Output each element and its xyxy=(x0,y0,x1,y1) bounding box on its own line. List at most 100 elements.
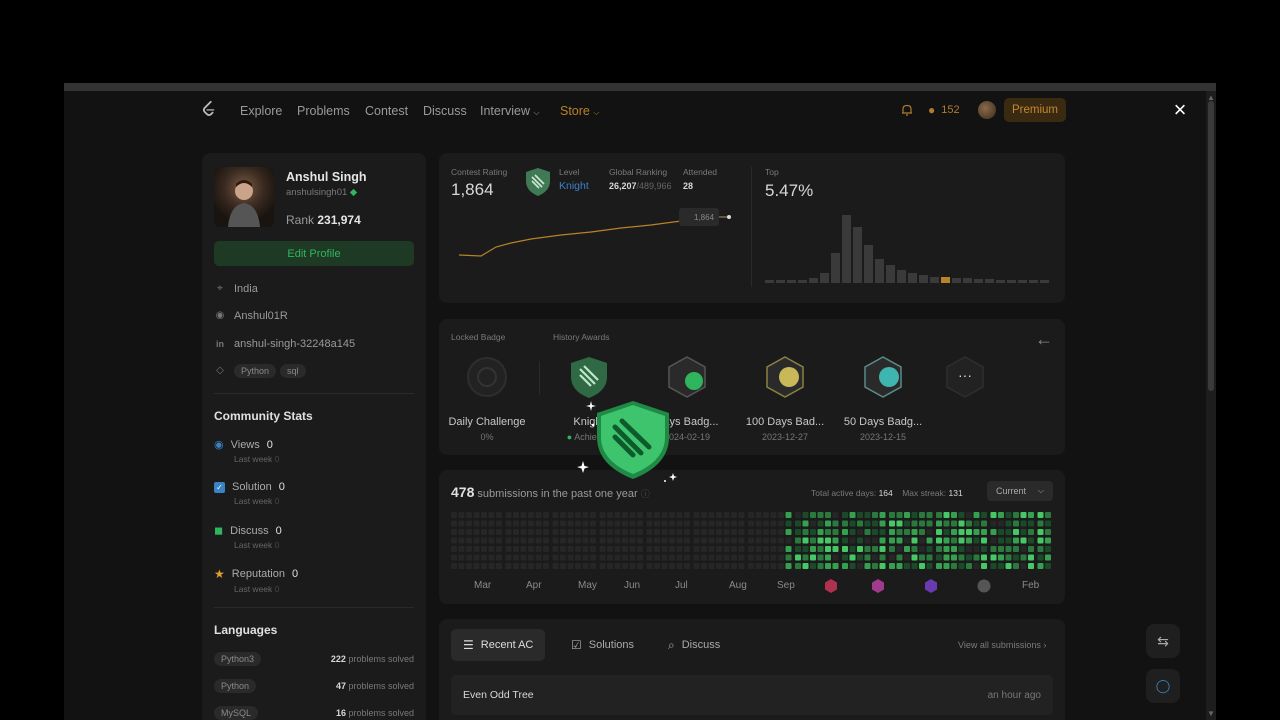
heatmap-cell[interactable] xyxy=(535,546,542,552)
heatmap-cell[interactable] xyxy=(842,512,848,518)
heatmap-cell[interactable] xyxy=(582,563,589,569)
heatmap-cell[interactable] xyxy=(896,512,903,518)
heatmap-cell[interactable] xyxy=(466,529,472,535)
heatmap-cell[interactable] xyxy=(599,546,606,552)
heatmap-cell[interactable] xyxy=(832,546,839,552)
heatmap-cell[interactable] xyxy=(817,529,824,535)
heatmap-cell[interactable] xyxy=(451,512,457,518)
heatmap-cell[interactable] xyxy=(825,537,831,544)
heatmap-cell[interactable] xyxy=(543,546,549,552)
monthly-badge-icon[interactable] xyxy=(924,579,938,593)
premium-button[interactable]: Premium xyxy=(1004,98,1066,122)
list-item[interactable]: Even Odd Tree an hour ago xyxy=(451,675,1053,715)
heatmap-cell[interactable] xyxy=(481,546,487,552)
heatmap-cell[interactable] xyxy=(1020,554,1027,561)
heatmap-cell[interactable] xyxy=(795,520,801,527)
heatmap-cell[interactable] xyxy=(701,520,707,527)
heatmap-cell[interactable] xyxy=(543,520,549,527)
heatmap-cell[interactable] xyxy=(513,546,519,552)
heatmap-cell[interactable] xyxy=(654,520,660,527)
heatmap-cell[interactable] xyxy=(943,563,950,569)
heatmap-cell[interactable] xyxy=(646,546,653,552)
heatmap-cell[interactable] xyxy=(481,563,487,569)
heatmap-cell[interactable] xyxy=(1028,546,1034,552)
heatmap-cell[interactable] xyxy=(1045,537,1051,544)
heatmap-cell[interactable] xyxy=(458,563,465,569)
heatmap-cell[interactable] xyxy=(795,512,801,518)
heatmap-cell[interactable] xyxy=(567,529,574,535)
heatmap-cell[interactable] xyxy=(661,546,668,552)
heatmap-cell[interactable] xyxy=(481,512,487,518)
heatmap-cell[interactable] xyxy=(466,554,472,561)
heatmap-cell[interactable] xyxy=(802,554,809,561)
heatmap-cell[interactable] xyxy=(864,520,871,527)
heatmap-cell[interactable] xyxy=(770,512,777,518)
skill-tag[interactable]: sql xyxy=(280,364,306,378)
heatmap-cell[interactable] xyxy=(926,563,933,569)
heatmap-cell[interactable] xyxy=(731,546,737,552)
heatmap-cell[interactable] xyxy=(535,529,542,535)
heatmap-cell[interactable] xyxy=(981,529,987,535)
heatmap-cell[interactable] xyxy=(1005,529,1012,535)
heatmap-cell[interactable] xyxy=(676,529,683,535)
heatmap-cell[interactable] xyxy=(654,554,660,561)
heatmap-cell[interactable] xyxy=(723,512,730,518)
heatmap-cell[interactable] xyxy=(857,529,863,535)
heatmap-cell[interactable] xyxy=(810,554,816,561)
nav-interview[interactable]: Interview ⌵ xyxy=(480,104,540,118)
heatmap-cell[interactable] xyxy=(889,520,895,527)
badge-more[interactable]: ··· xyxy=(915,355,1015,404)
heatmap-cell[interactable] xyxy=(684,563,690,569)
heatmap-cell[interactable] xyxy=(981,554,987,561)
heatmap-cell[interactable] xyxy=(481,537,487,544)
heatmap-cell[interactable] xyxy=(763,537,769,544)
heatmap-cell[interactable] xyxy=(473,529,480,535)
heatmap-cell[interactable] xyxy=(763,563,769,569)
heatmap-cell[interactable] xyxy=(701,563,707,569)
heatmap-cell[interactable] xyxy=(582,520,589,527)
heatmap-cell[interactable] xyxy=(755,554,762,561)
heatmap-cell[interactable] xyxy=(1028,520,1034,527)
heatmap-cell[interactable] xyxy=(543,563,549,569)
heatmap-cell[interactable] xyxy=(505,520,512,527)
heatmap-cell[interactable] xyxy=(872,520,878,527)
heatmap-cell[interactable] xyxy=(785,563,792,569)
heatmap-cell[interactable] xyxy=(889,529,895,535)
heatmap-cell[interactable] xyxy=(943,529,950,535)
heatmap-cell[interactable] xyxy=(998,520,1004,527)
heatmap-cell[interactable] xyxy=(723,529,730,535)
heatmap-cell[interactable] xyxy=(763,512,769,518)
heatmap-cell[interactable] xyxy=(919,520,925,527)
heatmap-cell[interactable] xyxy=(842,520,848,527)
heatmap-cell[interactable] xyxy=(770,554,777,561)
heatmap-cell[interactable] xyxy=(998,563,1004,569)
heatmap-cell[interactable] xyxy=(505,529,512,535)
heatmap-cell[interactable] xyxy=(505,554,512,561)
heatmap-cell[interactable] xyxy=(748,512,754,518)
heatmap-cell[interactable] xyxy=(1045,563,1051,569)
heatmap-cell[interactable] xyxy=(778,554,784,561)
close-icon[interactable]: × xyxy=(1170,99,1190,121)
heatmap-cell[interactable] xyxy=(1013,554,1019,561)
heatmap-cell[interactable] xyxy=(731,563,737,569)
heatmap-cell[interactable] xyxy=(701,512,707,518)
heatmap-cell[interactable] xyxy=(575,537,581,544)
heatmap-cell[interactable] xyxy=(716,529,722,535)
heatmap-cell[interactable] xyxy=(973,520,980,527)
heatmap-cell[interactable] xyxy=(1005,512,1012,518)
heatmap-cell[interactable] xyxy=(684,554,690,561)
heatmap-cell[interactable] xyxy=(451,563,457,569)
heatmap-cell[interactable] xyxy=(778,529,784,535)
heatmap-cell[interactable] xyxy=(723,537,730,544)
heatmap-cell[interactable] xyxy=(607,554,613,561)
heatmap-cell[interactable] xyxy=(731,537,737,544)
heatmap-cell[interactable] xyxy=(778,563,784,569)
heatmap-cell[interactable] xyxy=(637,554,643,561)
heatmap-cell[interactable] xyxy=(1005,563,1012,569)
heatmap-cell[interactable] xyxy=(904,512,910,518)
heatmap-cell[interactable] xyxy=(560,563,566,569)
heatmap-cell[interactable] xyxy=(560,554,566,561)
heatmap-cell[interactable] xyxy=(778,546,784,552)
heatmap-cell[interactable] xyxy=(748,520,754,527)
scrollbar-thumb[interactable] xyxy=(1208,101,1214,391)
